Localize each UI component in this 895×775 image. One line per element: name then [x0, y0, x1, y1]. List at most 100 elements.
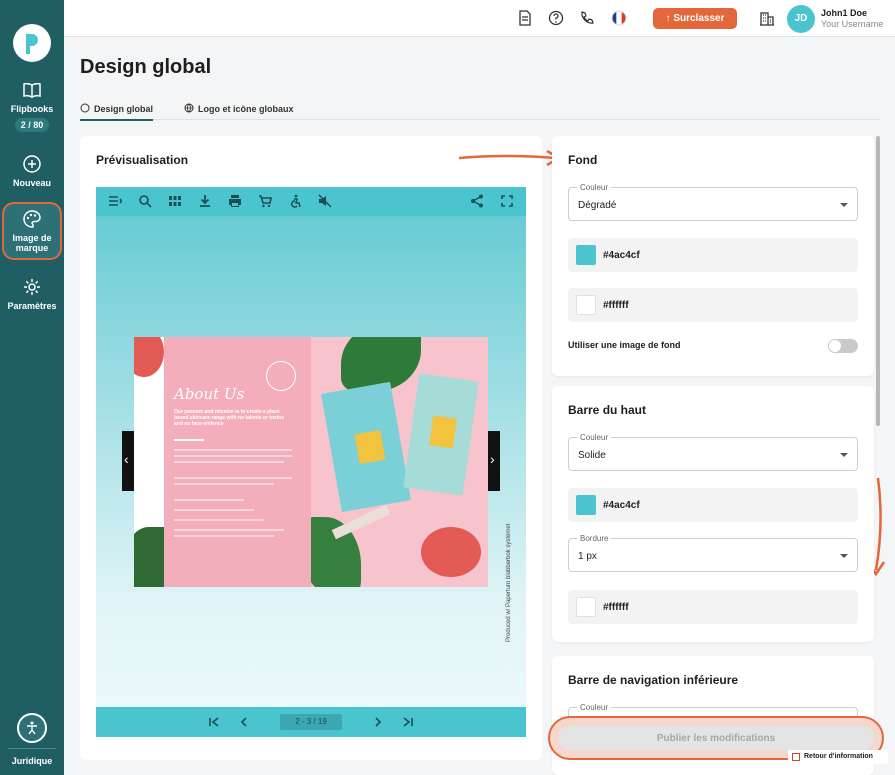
user-name: John1 Doe: [821, 8, 868, 18]
plus-circle-icon: [23, 155, 41, 173]
share-icon[interactable]: [470, 194, 484, 208]
chevron-down-icon: [840, 203, 848, 207]
product-label: [354, 429, 386, 465]
accessibility-icon[interactable]: [288, 194, 302, 208]
brand-seal: [266, 361, 296, 391]
tab-bar: Design global Logo et icône globaux: [80, 100, 880, 121]
next-page-icon[interactable]: [372, 716, 384, 728]
text-line: [174, 499, 244, 501]
barre-haut-couleur-select[interactable]: Couleur Solide: [568, 433, 858, 471]
text-line: [174, 535, 274, 537]
bg-image-toggle[interactable]: [828, 339, 858, 353]
viewer-credit: Produced w/ Paperturn blabberbok systeme…: [506, 523, 512, 642]
sidebar-divider: [8, 748, 56, 749]
sidebar-item-flipbooks[interactable]: Flipbooks 2 / 80: [0, 80, 64, 132]
fond-color-1[interactable]: #4ac4cf: [568, 238, 858, 272]
tab-logo-icone[interactable]: Logo et icône globaux: [184, 103, 294, 114]
accessibility-button[interactable]: [17, 713, 47, 743]
building-icon[interactable]: [759, 10, 775, 26]
next-page-arrow[interactable]: ›: [488, 431, 500, 491]
preview-card: Prévisualisation About Us Our passion an…: [80, 136, 542, 760]
select-value: Solide: [578, 450, 606, 461]
panel-title: Barre du haut: [568, 403, 647, 417]
color-value: #ffffff: [603, 300, 629, 311]
toggle-knob: [829, 340, 841, 352]
prev-page-icon[interactable]: [238, 716, 250, 728]
publish-button[interactable]: Publier les modifications: [558, 726, 874, 750]
chevron-down-icon: [840, 554, 848, 558]
barre-haut-color-1[interactable]: #4ac4cf: [568, 488, 858, 522]
first-page-icon[interactable]: [208, 716, 220, 728]
color-swatch[interactable]: [576, 295, 596, 315]
cart-icon[interactable]: [258, 194, 272, 208]
feedback-button[interactable]: Retour d'information: [788, 750, 888, 764]
tab-label: Design global: [94, 104, 154, 114]
print-icon[interactable]: [228, 194, 242, 208]
panel-fond: Fond Couleur Dégradé #4ac4cf #ffffff Uti…: [552, 136, 874, 376]
watermelon-decoration: [134, 337, 164, 377]
color-swatch[interactable]: [576, 495, 596, 515]
fond-couleur-select[interactable]: Couleur Dégradé: [568, 183, 858, 221]
juridique-link[interactable]: Juridique: [0, 756, 64, 766]
color-value: #ffffff: [603, 602, 629, 613]
right-page: [311, 337, 488, 587]
french-flag-icon[interactable]: [611, 10, 627, 26]
app-logo[interactable]: [13, 24, 51, 62]
feedback-icon: [792, 753, 800, 761]
phone-icon[interactable]: [579, 10, 595, 26]
select-value: 1 px: [578, 551, 597, 562]
fond-color-2[interactable]: #ffffff: [568, 288, 858, 322]
upgrade-button[interactable]: ↑ Surclasser: [653, 8, 737, 29]
document-icon[interactable]: [517, 10, 533, 26]
upgrade-label: Surclasser: [673, 13, 725, 24]
chevron-right-icon: ›: [490, 451, 495, 467]
watermelon-decoration: [421, 527, 481, 577]
bg-image-label: Utiliser une image de fond: [568, 340, 681, 350]
bordure-select[interactable]: Bordure 1 px: [568, 534, 858, 572]
topbar: ↑ Surclasser JD John1 Doe Your Username: [64, 0, 895, 37]
text-line: [174, 529, 284, 531]
select-label: Couleur: [577, 183, 612, 192]
globe-icon: [184, 103, 194, 113]
panel-title: Barre de navigation inférieure: [568, 673, 739, 687]
text-line: [174, 519, 264, 521]
last-page-icon[interactable]: [402, 716, 414, 728]
color-swatch[interactable]: [576, 245, 596, 265]
download-icon[interactable]: [198, 194, 212, 208]
fullscreen-icon[interactable]: [500, 194, 514, 208]
preview-title: Prévisualisation: [96, 153, 189, 167]
chevron-down-icon: [840, 453, 848, 457]
sidebar-item-parametres[interactable]: Paramètres: [0, 277, 64, 311]
tab-design-global[interactable]: Design global: [80, 103, 154, 121]
text-line: [174, 455, 292, 457]
settings-scrollbar[interactable]: [876, 136, 880, 426]
text-line: [174, 477, 292, 479]
page-indicator[interactable]: 2 - 3 / 19: [280, 714, 342, 730]
menu-icon[interactable]: [108, 194, 122, 208]
viewer-bottom-bar: 2 - 3 / 19: [96, 707, 526, 737]
flipbook-spread[interactable]: About Us Our passion and mission is to c…: [134, 337, 488, 587]
sidebar-item-image-de-marque[interactable]: Image de marque: [2, 202, 62, 260]
page-title: Design global: [80, 56, 212, 78]
user-username: Your Username: [821, 19, 884, 29]
color-swatch[interactable]: [576, 597, 596, 617]
book-heading: About Us: [174, 385, 245, 403]
palette-icon: [80, 103, 90, 113]
help-icon[interactable]: [548, 10, 564, 26]
gear-icon: [24, 279, 40, 295]
prev-page-arrow[interactable]: ‹: [122, 431, 134, 491]
sidebar-item-label: Image de marque: [12, 233, 52, 253]
text-line: [174, 483, 274, 485]
feedback-label: Retour d'information: [804, 753, 873, 760]
panel-title: Fond: [568, 153, 598, 167]
search-icon[interactable]: [138, 194, 152, 208]
sidebar-item-nouveau[interactable]: Nouveau: [0, 154, 64, 188]
grid-icon[interactable]: [168, 194, 182, 208]
palette-icon: [23, 210, 41, 228]
select-label: Couleur: [577, 433, 612, 442]
select-label: Bordure: [577, 534, 612, 543]
barre-haut-color-2[interactable]: #ffffff: [568, 590, 858, 624]
sidebar-item-label: Flipbooks: [10, 104, 54, 114]
avatar[interactable]: JD: [787, 5, 815, 33]
sound-off-icon[interactable]: [318, 194, 332, 208]
